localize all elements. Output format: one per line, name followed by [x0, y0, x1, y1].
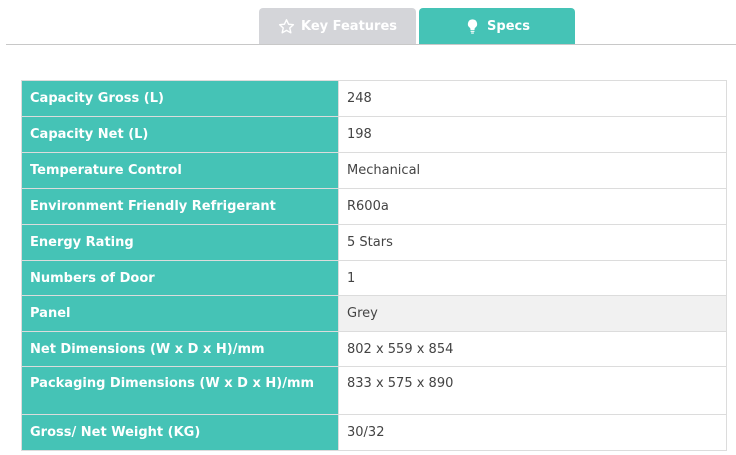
- tab-specs[interactable]: Specs: [419, 8, 575, 44]
- spec-value: R600a: [338, 188, 727, 225]
- spec-label: Environment Friendly Refrigerant: [21, 188, 339, 225]
- table-row: Panel Grey: [21, 295, 727, 332]
- spec-label: Numbers of Door: [21, 260, 339, 296]
- spec-label: Packaging Dimensions (W x D x H)/mm: [21, 366, 339, 415]
- table-row: Net Dimensions (W x D x H)/mm 802 x 559 …: [21, 331, 727, 367]
- spec-value: 1: [338, 260, 727, 296]
- table-row: Temperature Control Mechanical: [21, 152, 727, 189]
- tab-specs-label: Specs: [487, 18, 530, 34]
- specs-table: Capacity Gross (L) 248 Capacity Net (L) …: [21, 80, 727, 451]
- spec-label: Net Dimensions (W x D x H)/mm: [21, 331, 339, 367]
- spec-label: Gross/ Net Weight (KG): [21, 414, 339, 451]
- spec-value: 5 Stars: [338, 224, 727, 261]
- star-icon: [278, 18, 295, 35]
- spec-value: 833 x 575 x 890: [338, 366, 727, 415]
- spec-label: Capacity Gross (L): [21, 80, 339, 117]
- spec-label: Energy Rating: [21, 224, 339, 261]
- table-row: Capacity Gross (L) 248: [21, 80, 727, 117]
- table-row: Energy Rating 5 Stars: [21, 224, 727, 261]
- tab-key-features-label: Key Features: [300, 18, 398, 34]
- spec-value: 802 x 559 x 854: [338, 331, 727, 367]
- spec-value: 248: [338, 80, 727, 117]
- spec-label: Panel: [21, 295, 339, 332]
- table-row: Packaging Dimensions (W x D x H)/mm 833 …: [21, 366, 727, 415]
- spec-label: Capacity Net (L): [21, 116, 339, 153]
- spec-value: 30/32: [338, 414, 727, 451]
- table-row: Capacity Net (L) 198: [21, 116, 727, 153]
- table-row: Numbers of Door 1: [21, 260, 727, 296]
- spec-value: Grey: [338, 295, 727, 332]
- table-row: Gross/ Net Weight (KG) 30/32: [21, 414, 727, 451]
- spec-label: Temperature Control: [21, 152, 339, 189]
- tab-key-features[interactable]: Key Features: [259, 8, 416, 44]
- tab-bar: Key Features Specs: [6, 8, 736, 45]
- spec-value: 198: [338, 116, 727, 153]
- spec-value: Mechanical: [338, 152, 727, 189]
- lightbulb-icon: [464, 18, 481, 35]
- table-row: Environment Friendly Refrigerant R600a: [21, 188, 727, 225]
